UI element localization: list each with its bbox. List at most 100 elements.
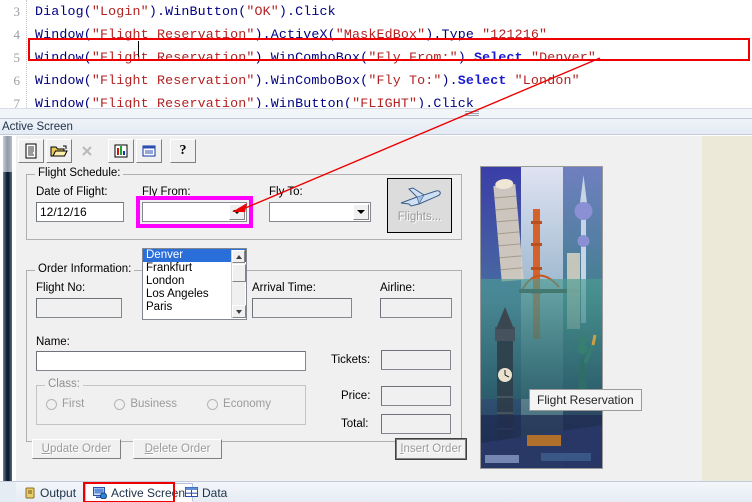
fly-to-label: Fly To: xyxy=(269,186,303,198)
code-token: Window( xyxy=(35,27,92,42)
code-token: ).Click xyxy=(278,4,336,19)
class-radio-first[interactable]: First xyxy=(46,398,84,410)
flight-reservation-tooltip: Flight Reservation xyxy=(529,389,642,411)
flight-reservation-client-area: ? Flight Schedule: Date of Flight: Fly F… xyxy=(16,136,702,481)
code-token: "Fly To:" xyxy=(368,73,442,88)
flight-reservation-toolbar[interactable]: ? xyxy=(18,136,198,166)
code-token: "121216" xyxy=(482,27,548,42)
line-number: 7 xyxy=(13,96,21,108)
class-radio-business[interactable]: Business xyxy=(114,398,177,410)
vertical-scrollbar[interactable] xyxy=(0,136,16,481)
insert-order-button-label: nsert Order xyxy=(403,443,462,455)
date-of-flight-label: Date of Flight: xyxy=(36,186,108,198)
flight-no-input[interactable] xyxy=(36,298,122,318)
line-number: 3 xyxy=(13,4,21,19)
scrollbar-thumb-top[interactable] xyxy=(3,136,12,172)
splitter-grip-icon xyxy=(465,111,479,116)
radio-circle-icon xyxy=(114,398,126,410)
chart-icon[interactable] xyxy=(108,139,134,163)
flight-no-label: Flight No: xyxy=(36,282,86,294)
total-label: Total: xyxy=(341,418,369,430)
dropdown-scroll-thumb[interactable] xyxy=(232,264,246,282)
report-icon[interactable] xyxy=(136,139,162,163)
code-token: ).ActiveX( xyxy=(254,27,336,42)
insert-order-button[interactable]: Insert Order xyxy=(395,438,467,460)
code-token: "Denver" xyxy=(530,50,596,65)
airline-input[interactable] xyxy=(380,298,452,318)
code-token: "Login" xyxy=(91,4,149,19)
scrollbar-thumb[interactable] xyxy=(3,136,12,481)
code-line[interactable]: Window("Flight Reservation").ActiveX("Ma… xyxy=(27,23,752,46)
total-input[interactable] xyxy=(381,414,451,434)
pane-splitter[interactable] xyxy=(0,108,752,119)
flight-schedule-group-label: Flight Schedule: xyxy=(35,167,124,179)
code-token: Window( xyxy=(35,96,92,108)
radio-circle-icon xyxy=(207,398,219,410)
code-token: "MaskEdBox" xyxy=(335,27,426,42)
application-window: 3 4 5 6 7 Dialog("Login").WinButton("OK"… xyxy=(0,0,752,502)
fly-from-dropdown-list[interactable]: Denver Frankfurt London Los Angeles Pari… xyxy=(142,248,247,320)
open-folder-icon[interactable] xyxy=(46,139,72,163)
date-of-flight-input[interactable] xyxy=(36,202,124,222)
script-editor-pane[interactable]: 3 4 5 6 7 Dialog("Login").WinButton("OK"… xyxy=(0,0,752,108)
tabbar-left-strip xyxy=(0,482,16,502)
new-document-icon[interactable] xyxy=(18,139,44,163)
tickets-input[interactable] xyxy=(381,350,451,370)
tickets-label: Tickets: xyxy=(331,354,371,366)
fly-to-dropdown-arrow-icon[interactable] xyxy=(353,204,369,220)
delete-order-button[interactable]: Delete Order xyxy=(133,439,222,459)
line-number: 6 xyxy=(13,73,21,88)
code-token: "Flight Reservation" xyxy=(91,96,255,108)
arrival-time-label: Arrival Time: xyxy=(252,282,316,294)
fly-from-combobox[interactable] xyxy=(142,202,247,222)
code-token: Dialog( xyxy=(35,4,92,19)
tab-data-label: Data xyxy=(202,485,228,500)
code-token: ).WinButton( xyxy=(148,4,247,19)
class-radio-group[interactable]: First Business Economy xyxy=(46,398,271,410)
class-radio-economy[interactable]: Economy xyxy=(207,398,271,410)
code-lines[interactable]: Dialog("Login").WinButton("OK").Click Win… xyxy=(27,0,752,108)
active-screen-icon xyxy=(93,486,107,499)
name-input[interactable] xyxy=(36,351,306,371)
data-table-icon xyxy=(185,487,198,497)
tab-data[interactable]: Data xyxy=(177,483,235,502)
arrival-time-input[interactable] xyxy=(252,298,352,318)
code-token: Window( xyxy=(35,73,92,88)
help-icon[interactable]: ? xyxy=(170,139,196,163)
scroll-up-arrow-icon[interactable] xyxy=(232,250,245,263)
class-group-label: Class: xyxy=(45,378,83,390)
scroll-down-arrow-icon[interactable] xyxy=(232,305,246,318)
fly-to-combobox[interactable] xyxy=(269,202,371,222)
active-screen-panel-title: Active Screen xyxy=(0,119,752,135)
code-token: ).Click xyxy=(417,96,475,108)
code-token: ).Type xyxy=(425,27,483,42)
code-token: ). xyxy=(441,73,458,88)
radio-circle-icon xyxy=(46,398,57,410)
code-token: ).WinComboBox( xyxy=(254,50,369,65)
name-label: Name: xyxy=(36,336,70,348)
code-token: "Flight Reservation" xyxy=(91,27,255,42)
update-order-button[interactable]: Update Order xyxy=(32,439,121,459)
code-token: Window( xyxy=(35,50,92,65)
code-token: Select xyxy=(474,50,523,65)
order-information-group-label: Order Information: xyxy=(35,263,135,275)
code-token: "OK" xyxy=(246,4,279,19)
code-token: ).WinComboBox( xyxy=(254,73,369,88)
flight-reservation-window: ? Flight Schedule: Date of Flight: Fly F… xyxy=(16,136,752,481)
tab-output[interactable]: Output xyxy=(16,483,84,502)
code-token: "Fly From:" xyxy=(368,50,458,65)
flights-button[interactable]: Flights... xyxy=(387,178,452,233)
code-line[interactable]: Window("Flight Reservation").WinComboBox… xyxy=(27,46,752,69)
airplane-icon xyxy=(400,187,441,207)
code-line[interactable]: Window("Flight Reservation").WinComboBox… xyxy=(27,69,752,92)
class-radio-business-label: Business xyxy=(130,398,178,410)
code-line[interactable]: Dialog("Login").WinButton("OK").Click xyxy=(27,0,752,23)
update-order-button-label: pdate Order xyxy=(49,443,112,455)
dropdown-scrollbar[interactable] xyxy=(231,250,246,318)
fly-from-dropdown-arrow-icon[interactable] xyxy=(229,204,245,220)
price-label: Price: xyxy=(341,390,371,402)
price-input[interactable] xyxy=(381,386,451,406)
code-line[interactable]: Window("Flight Reservation").WinButton("… xyxy=(27,92,752,108)
